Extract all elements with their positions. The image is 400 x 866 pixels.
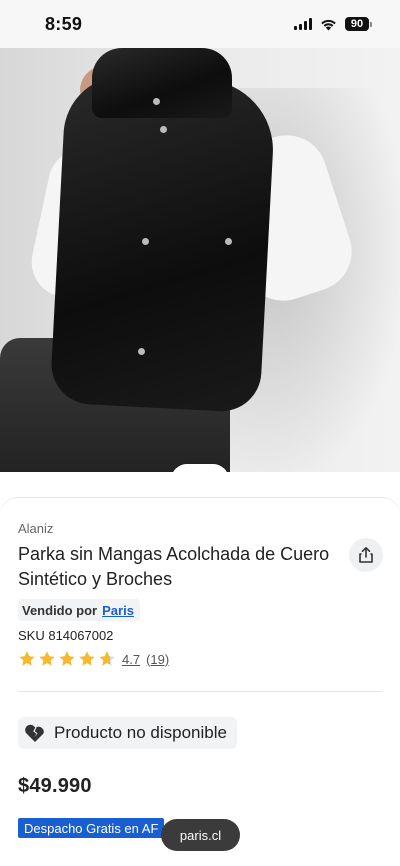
availability-badge: Producto no disponible [18, 717, 237, 749]
seller-link[interactable]: Paris [102, 603, 134, 618]
product-brand[interactable]: Alaniz [18, 521, 53, 536]
gallery-pager: 1/6 [171, 464, 229, 472]
status-time: 8:59 [45, 13, 83, 34]
status-bar: 8:59 90 [0, 0, 400, 48]
seller-chip: Vendido por Paris [18, 599, 140, 621]
star-half-icon [99, 651, 115, 666]
rating-stars [18, 650, 116, 668]
product-rating[interactable]: 4.7 (19) [18, 650, 169, 668]
battery-level: 90 [345, 17, 369, 31]
wifi-icon [321, 19, 336, 30]
share-icon [359, 547, 373, 563]
star-icon [19, 651, 35, 666]
share-button[interactable] [349, 538, 383, 572]
divider [18, 691, 382, 692]
star-icon [39, 651, 55, 666]
product-sku: SKU 814067002 [18, 628, 114, 643]
product-title: Parka sin Mangas Acolchada de Cuero Sint… [18, 544, 330, 589]
product-price: $49.990 [18, 775, 92, 797]
browser-url-pill[interactable]: paris.cl [161, 819, 240, 851]
seller-label: Vendido por [22, 602, 98, 618]
star-icon [59, 651, 75, 666]
rating-value[interactable]: 4.7 [122, 652, 140, 667]
battery-icon: 90 [345, 17, 372, 31]
rating-count[interactable]: (19) [146, 652, 169, 667]
status-icons: 90 [294, 17, 372, 31]
availability-text: Producto no disponible [54, 723, 227, 742]
signal-icon [294, 18, 312, 30]
product-image[interactable]: 1/6 [0, 48, 400, 472]
broken-heart-icon [25, 724, 44, 742]
star-icon [79, 651, 95, 666]
free-shipping-badge: Despacho Gratis en AF [18, 818, 165, 838]
product-card: Alaniz Parka sin Mangas Acolchada de Cue… [0, 497, 400, 866]
